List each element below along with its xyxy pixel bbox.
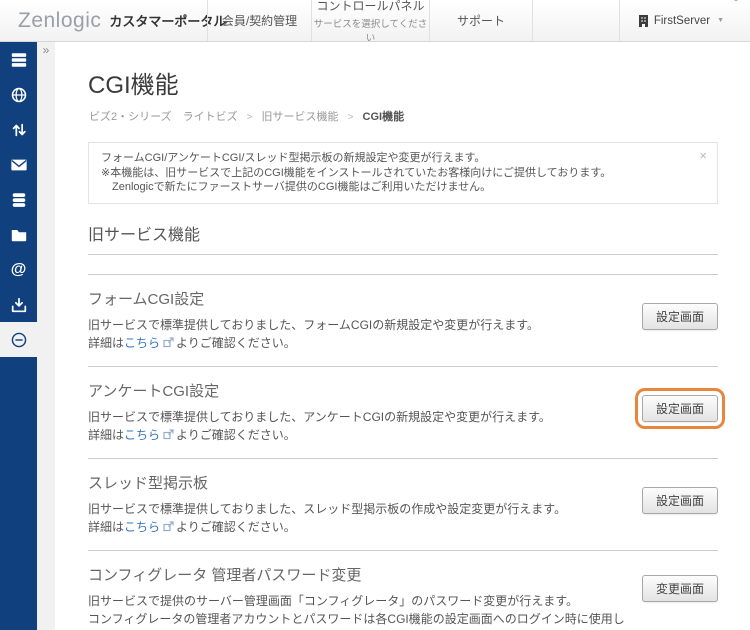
sidebar-item-database[interactable] [0, 182, 37, 217]
breadcrumb-separator: > [347, 112, 354, 123]
feature-form-cgi: フォームCGI設定 旧サービスで標準提供しておりました、フォームCGIの新規設定… [88, 273, 718, 366]
feature-title: スレッド型掲示板 [88, 474, 209, 492]
organization-icon [638, 15, 648, 27]
feature-description: 旧サービスで標準提供しておりました、アンケートCGIの新規設定や変更が行えます。 [88, 409, 551, 424]
nav-sublabel: サービスを選択してください [313, 19, 428, 44]
feature-description: コンフィグレータの管理者アカウントとパスワードは各CGI機能の設定画面へのログイ… [88, 611, 625, 630]
globe-icon [11, 87, 26, 102]
external-link-icon [163, 336, 174, 347]
feature-description: 旧サービスで提供のサーバー管理画面「コンフィグレータ」のパスワード変更が行えます… [88, 593, 579, 608]
sidebar: @ [0, 42, 37, 630]
close-icon[interactable]: × [699, 148, 707, 164]
logo-text: Zenlogic [18, 8, 102, 32]
feature-configurator-password: コンフィグレータ 管理者パスワード変更 旧サービスで提供のサーバー管理画面「コン… [88, 549, 718, 630]
link-suffix: よりご確認ください。 [176, 519, 296, 534]
feature-link-line: 詳細はこちら よりご確認ください。 [88, 518, 628, 536]
sidebar-rail: » [37, 42, 55, 630]
sidebar-item-domain[interactable] [0, 77, 37, 112]
breadcrumb: ビズ2・シリーズ ライトビズ > 旧サービス機能 > CGI機能 [89, 108, 718, 124]
section-heading: 旧サービス機能 [88, 221, 718, 255]
nav-label: コントロールパネル [316, 0, 425, 13]
settings-screen-button[interactable]: 設定画面 [641, 486, 718, 514]
feature-title: アンケートCGI設定 [88, 382, 220, 400]
main-content: CGI機能 ビズ2・シリーズ ライトビズ > 旧サービス機能 > CGI機能 フ… [55, 42, 750, 630]
breadcrumb-item[interactable]: ビズ2・シリーズ ライトビズ [89, 111, 238, 123]
link-prefix: 詳細は [88, 335, 125, 350]
feature-description: 旧サービスで標準提供しておりました、スレッド型掲示板の作成や設定変更が行えます。 [88, 501, 567, 516]
feature-link-line: 詳細はこちら よりご確認ください。 [88, 426, 628, 444]
minus-circle-icon [11, 332, 26, 347]
feature-thread-bbs: スレッド型掲示板 旧サービスで標準提供しておりました、スレッド型掲示板の作成や設… [88, 457, 718, 550]
notice-box: フォームCGI/アンケートCGI/スレッド型掲示板の新規設定や変更が行えます。 … [88, 142, 718, 204]
nav-control-panel[interactable]: コントロールパネル サービスを選択してください [311, 0, 429, 44]
transfer-arrows-icon [12, 123, 26, 136]
feature-title: フォームCGI設定 [88, 290, 205, 308]
server-icon [11, 52, 26, 67]
top-header: Zenlogic カスタマーポータル 会員/契約管理 コントロールパネル サービ… [0, 0, 750, 44]
notice-line: フォームCGI/アンケートCGI/スレッド型掲示板の新規設定や変更が行えます。 [101, 152, 486, 164]
feature-survey-cgi: アンケートCGI設定 旧サービスで標準提供しておりました、アンケートCGIの新規… [88, 365, 726, 458]
at-sign-icon: @ [10, 260, 27, 278]
link-prefix: 詳細は [88, 427, 125, 442]
chevron-down-icon: ▼ [717, 17, 724, 24]
sidebar-item-transfer[interactable] [0, 112, 37, 147]
app-window: Zenlogic カスタマーポータル 会員/契約管理 コントロールパネル サービ… [0, 0, 750, 630]
nav-member-contract[interactable]: 会員/契約管理 [207, 0, 311, 41]
details-link[interactable]: こちら [124, 336, 160, 350]
link-prefix: 詳細は [88, 519, 125, 534]
external-link-icon [163, 428, 174, 439]
logo[interactable]: Zenlogic カスタマーポータル [0, 0, 738, 41]
details-link[interactable]: こちら [124, 520, 160, 534]
sidebar-item-mail[interactable] [0, 147, 37, 182]
page-title: CGI機能 [88, 72, 179, 99]
sidebar-item-install[interactable] [0, 287, 37, 322]
change-screen-button[interactable]: 変更画面 [641, 574, 718, 602]
sidebar-item-files[interactable] [0, 217, 37, 252]
account-name: FirstServer [653, 14, 711, 27]
external-link-icon [163, 520, 174, 531]
nav-label: サポート [456, 14, 505, 28]
breadcrumb-item[interactable]: 旧サービス機能 [262, 111, 339, 123]
mail-icon [10, 159, 27, 170]
settings-screen-button[interactable]: 設定画面 [641, 302, 718, 330]
link-suffix: よりご確認ください。 [176, 335, 296, 350]
database-icon [12, 192, 25, 207]
feature-link-line: 詳細はこちら よりご確認ください。 [88, 334, 628, 352]
breadcrumb-separator: > [246, 112, 253, 123]
account-menu[interactable]: FirstServer ▼ [618, 0, 750, 41]
install-icon [11, 297, 26, 312]
nav-label: 会員/契約管理 [221, 14, 298, 28]
link-suffix: よりご確認ください。 [176, 427, 296, 442]
details-link[interactable]: こちら [124, 428, 160, 442]
notice-line: Zenlogicで新たにファーストサーバ提供のCGI機能はご利用いただけません。 [112, 181, 492, 193]
folder-icon [11, 229, 26, 241]
sidebar-item-server[interactable] [0, 42, 37, 77]
feature-list: フォームCGI設定 旧サービスで標準提供しておりました、フォームCGIの新規設定… [88, 273, 726, 630]
feature-description: 旧サービスで標準提供しておりました、フォームCGIの新規設定や変更が行えます。 [88, 317, 540, 332]
breadcrumb-current: CGI機能 [362, 111, 405, 123]
header-nav: 会員/契約管理 コントロールパネル サービスを選択してください サポート [207, 0, 533, 44]
sidebar-item-email-address[interactable]: @ [0, 252, 37, 287]
settings-screen-button-highlighted[interactable]: 設定画面 [634, 387, 726, 429]
notice-line: ※本機能は、旧サービスで上記のCGI機能をインストールされていたお客様向けにご提… [101, 166, 612, 179]
sidebar-expand-icon[interactable]: » [37, 42, 55, 57]
feature-title: コンフィグレータ 管理者パスワード変更 [88, 566, 362, 584]
nav-support[interactable]: サポート [429, 0, 533, 41]
sidebar-item-cgi-active[interactable] [0, 322, 37, 357]
